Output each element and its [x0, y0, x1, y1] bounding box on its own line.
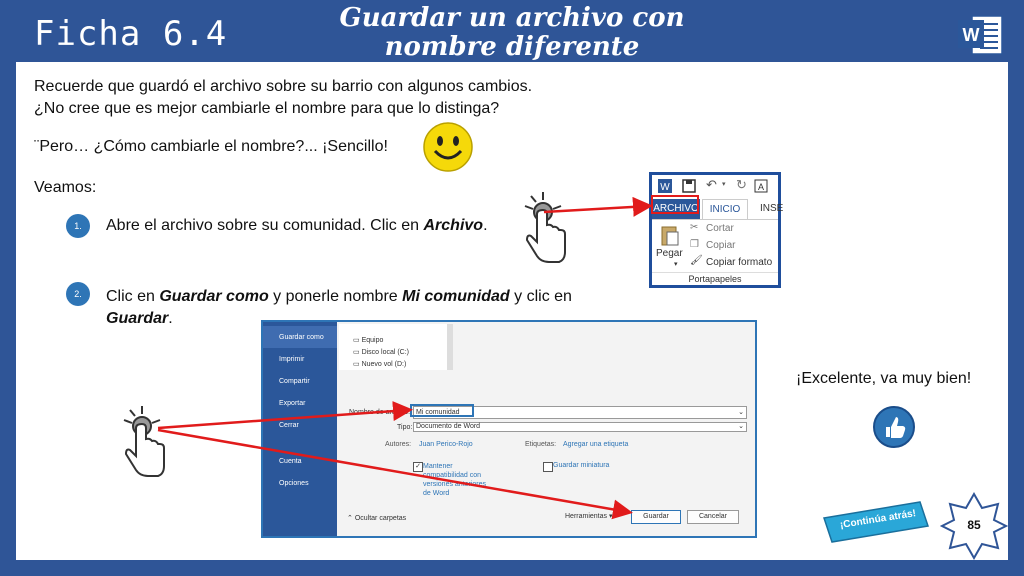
page-number-badge: 85: [940, 492, 1008, 560]
arrow-to-save-button: [157, 428, 633, 520]
arrow-to-archivo: [543, 196, 653, 217]
arrow-to-file-name: [157, 401, 413, 430]
arrows-overlay: [157, 196, 653, 520]
excelente-text: ¡Excelente, va muy bien!: [796, 370, 972, 387]
thumbs-up-icon: [873, 406, 915, 448]
page-number: 85: [967, 518, 981, 532]
